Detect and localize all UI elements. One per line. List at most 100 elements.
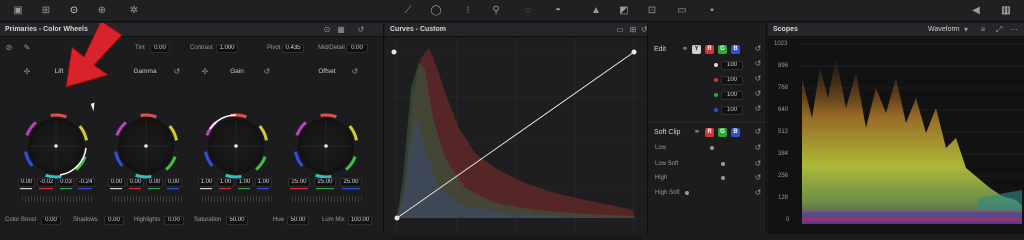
curves-header: Curves - Custom ▭ ⊞ ↺ <box>385 23 647 37</box>
reset-icon[interactable]: ↺ <box>356 25 366 35</box>
b-intensity-field[interactable]: 100 <box>721 106 743 115</box>
lift-y-value[interactable]: 0.00 <box>18 178 35 187</box>
offset-reset-icon[interactable]: ↺ <box>350 67 360 77</box>
lift-picker-icon[interactable]: ✢ <box>22 67 32 77</box>
rgb-mixer-icon[interactable]: ⊕ <box>96 5 108 17</box>
r-intensity-field[interactable]: 100 <box>721 76 743 85</box>
info-icon[interactable]: ▥ <box>1000 5 1012 17</box>
power-window-icon[interactable]: ◌ <box>522 5 534 17</box>
lift-g-value[interactable]: 0.03 <box>58 178 74 187</box>
key-icon[interactable]: ◩ <box>618 5 630 17</box>
hue-field[interactable]: 50.00 <box>287 216 309 225</box>
mid-detail-field[interactable]: 0.00 <box>346 44 368 53</box>
soft-clip-r-button[interactable]: R <box>705 128 714 137</box>
gamma-r-value[interactable]: 0.00 <box>127 178 144 187</box>
curves-picker-icon[interactable]: ⊞ <box>628 25 638 35</box>
soft-clip-link-icon[interactable]: ⚭ <box>692 127 702 137</box>
lift-wheel[interactable] <box>12 102 99 181</box>
picker-icon[interactable]: ✎ <box>22 43 32 53</box>
scopes-toggle-icon[interactable]: ◀ <box>970 5 982 17</box>
gamma-b-value[interactable]: 0.00 <box>165 178 182 187</box>
tint-field[interactable]: 0.00 <box>150 44 170 53</box>
color-boost-field[interactable]: 0.00 <box>41 216 61 225</box>
lum-mix-field[interactable]: 100.00 <box>348 216 372 225</box>
sizing-icon[interactable]: ⊡ <box>646 5 658 17</box>
motion-effects-icon[interactable]: ✲ <box>128 5 140 17</box>
gain-g-value[interactable]: 1.00 <box>236 178 253 187</box>
wheels-mode-icon[interactable]: ⊙ <box>322 25 332 35</box>
curves-mode-icon[interactable]: ▭ <box>615 25 625 35</box>
y-intensity-field[interactable]: 100 <box>721 61 743 70</box>
gain-reset-icon[interactable]: ↺ <box>262 67 272 77</box>
soft-clip-g-button[interactable]: G <box>718 128 727 137</box>
scope-expand-icon[interactable]: ⤢ <box>994 25 1004 35</box>
chevron-down-icon[interactable]: ▾ <box>961 25 971 35</box>
contrast-field[interactable]: 1.000 <box>216 44 238 53</box>
qualifier-icon[interactable]: ⚲ <box>490 5 502 17</box>
soft-clip-b-button[interactable]: B <box>731 128 740 137</box>
gain-wheel[interactable] <box>192 102 279 181</box>
scope-options-icon[interactable]: ⋯ <box>1009 25 1019 35</box>
tracker-icon[interactable]: ⁝ <box>462 5 474 17</box>
gamma-master-wheel[interactable] <box>112 196 182 202</box>
gain-master-wheel[interactable] <box>202 196 272 202</box>
low-reset-icon[interactable]: ↺ <box>753 143 763 153</box>
low-slider[interactable] <box>710 146 714 150</box>
gamma-wheel[interactable] <box>102 102 189 181</box>
y-reset-icon[interactable]: ↺ <box>753 59 763 69</box>
magic-mask-icon[interactable]: ◓ <box>552 5 564 17</box>
color-wheels-icon[interactable]: ⊙ <box>68 5 80 17</box>
keyframes-icon[interactable]: ▪ <box>706 5 718 17</box>
scopes-panel: Scopes Waveform ▾ ≡ ⤢ ⋯ 1023 896 768 640… <box>768 23 1024 234</box>
curves-reset-icon[interactable]: ↺ <box>641 25 647 35</box>
gamma-g-value[interactable]: 0.00 <box>146 178 163 187</box>
channel-y-button[interactable]: Y <box>692 45 701 54</box>
low-soft-reset-icon[interactable]: ↺ <box>753 159 763 169</box>
offset-b-value[interactable]: 25.00 <box>340 178 362 187</box>
curves-graph[interactable] <box>385 38 647 234</box>
high-soft-slider[interactable] <box>685 191 689 195</box>
saturation-field[interactable]: 50.00 <box>226 216 248 225</box>
link-icon[interactable]: ⚭ <box>680 44 690 54</box>
edit-reset-icon[interactable]: ↺ <box>753 44 763 54</box>
gain-y-value[interactable]: 1.00 <box>198 178 215 187</box>
blur-icon[interactable]: ▲ <box>590 5 602 17</box>
channel-g-button[interactable]: G <box>718 45 727 54</box>
scope-settings-icon[interactable]: ≡ <box>978 25 988 35</box>
r-dot-icon <box>714 78 718 82</box>
pivot-field[interactable]: 0.435 <box>282 44 304 53</box>
bypass-icon[interactable]: ⊘ <box>4 43 14 53</box>
r-reset-icon[interactable]: ↺ <box>753 74 763 84</box>
channel-r-button[interactable]: R <box>705 45 714 54</box>
gain-picker-icon[interactable]: ✢ <box>200 67 210 77</box>
high-reset-icon[interactable]: ↺ <box>753 173 763 183</box>
low-soft-slider[interactable] <box>721 162 725 166</box>
color-match-icon[interactable]: ⊞ <box>40 5 52 17</box>
high-soft-reset-icon[interactable]: ↺ <box>753 188 763 198</box>
offset-g-value[interactable]: 25.00 <box>314 178 336 187</box>
3d-icon[interactable]: ▭ <box>676 5 688 17</box>
lift-master-wheel[interactable] <box>22 196 92 202</box>
g-reset-icon[interactable]: ↺ <box>753 89 763 99</box>
offset-master-wheel[interactable] <box>292 196 362 202</box>
bars-mode-icon[interactable]: ▦ <box>336 25 346 35</box>
g-intensity-field[interactable]: 100 <box>721 91 743 100</box>
offset-r-value[interactable]: 25.00 <box>288 178 310 187</box>
gain-b-value[interactable]: 1.00 <box>255 178 272 187</box>
lift-b-value[interactable]: -0.24 <box>76 178 95 187</box>
offset-wheel[interactable] <box>282 102 369 181</box>
shadows-field[interactable]: 0.00 <box>104 216 124 225</box>
window-icon[interactable]: ◯ <box>430 5 442 17</box>
gain-r-value[interactable]: 1.00 <box>217 178 234 187</box>
channel-b-button[interactable]: B <box>731 45 740 54</box>
curves-icon[interactable]: ⟋ <box>402 5 414 17</box>
high-slider[interactable] <box>721 176 725 180</box>
highlights-field[interactable]: 0.00 <box>164 216 184 225</box>
scope-mode-select[interactable]: Waveform <box>928 26 960 33</box>
gamma-y-value[interactable]: 0.00 <box>108 178 125 187</box>
gamma-reset-icon[interactable]: ↺ <box>172 67 182 77</box>
soft-clip-reset-icon[interactable]: ↺ <box>753 127 763 137</box>
camera-raw-icon[interactable]: ▣ <box>12 5 24 17</box>
lift-r-value[interactable]: -0.02 <box>37 178 56 187</box>
b-reset-icon[interactable]: ↺ <box>753 104 763 114</box>
